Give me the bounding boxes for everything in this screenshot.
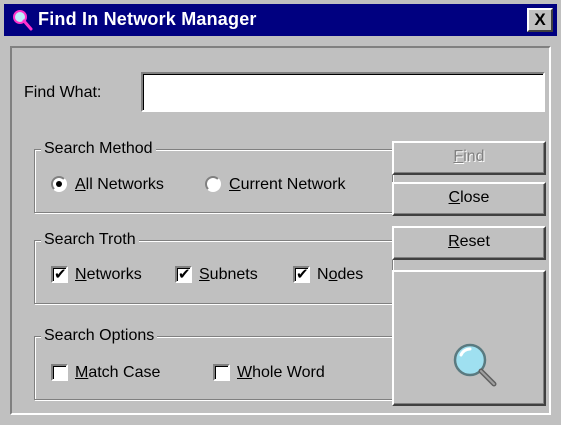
close-window-button[interactable]: X (527, 8, 553, 32)
search-options-legend: Search Options (41, 326, 158, 346)
radio-indicator[interactable] (205, 176, 221, 192)
all-networks-label: All Networks (75, 176, 164, 193)
checkbox-indicator[interactable] (175, 265, 192, 283)
find-button[interactable]: Find (392, 141, 546, 175)
checkbox-indicator[interactable] (213, 364, 230, 381)
checkbox-indicator[interactable] (51, 265, 68, 283)
reset-button[interactable]: Reset (392, 226, 546, 260)
window-title: Find In Network Manager (38, 9, 257, 29)
find-what-input[interactable] (141, 72, 545, 112)
magnifier-large-icon (453, 343, 497, 387)
find-what-label: Find What: (24, 84, 102, 101)
match-case-label: Match Case (75, 364, 161, 381)
whole-word-label: Whole Word (237, 364, 325, 381)
checkbox-indicator[interactable] (51, 364, 68, 381)
subnets-label: Subnets (199, 266, 258, 283)
search-troth-group: Search Troth Networks Subnets Nodes (34, 230, 393, 304)
search-troth-legend: Search Troth (41, 230, 139, 250)
magnifier-icon (13, 10, 33, 31)
search-method-legend: Search Method (41, 139, 156, 159)
networks-label: Networks (75, 266, 142, 283)
close-button[interactable]: Close (392, 182, 546, 216)
current-network-label: Current Network (229, 176, 346, 193)
search-method-group: Search Method All Networks Current Netwo… (34, 139, 393, 213)
find-dialog: Find In Network Manager X Find What: Sea… (0, 0, 561, 425)
title-bar[interactable]: Find In Network Manager X (4, 4, 557, 36)
checkbox-indicator[interactable] (293, 265, 310, 283)
search-options-group: Search Options Match Case Whole Word (34, 326, 393, 400)
search-animation-panel (392, 270, 546, 406)
nodes-label: Nodes (317, 266, 364, 283)
radio-indicator[interactable] (51, 176, 67, 192)
